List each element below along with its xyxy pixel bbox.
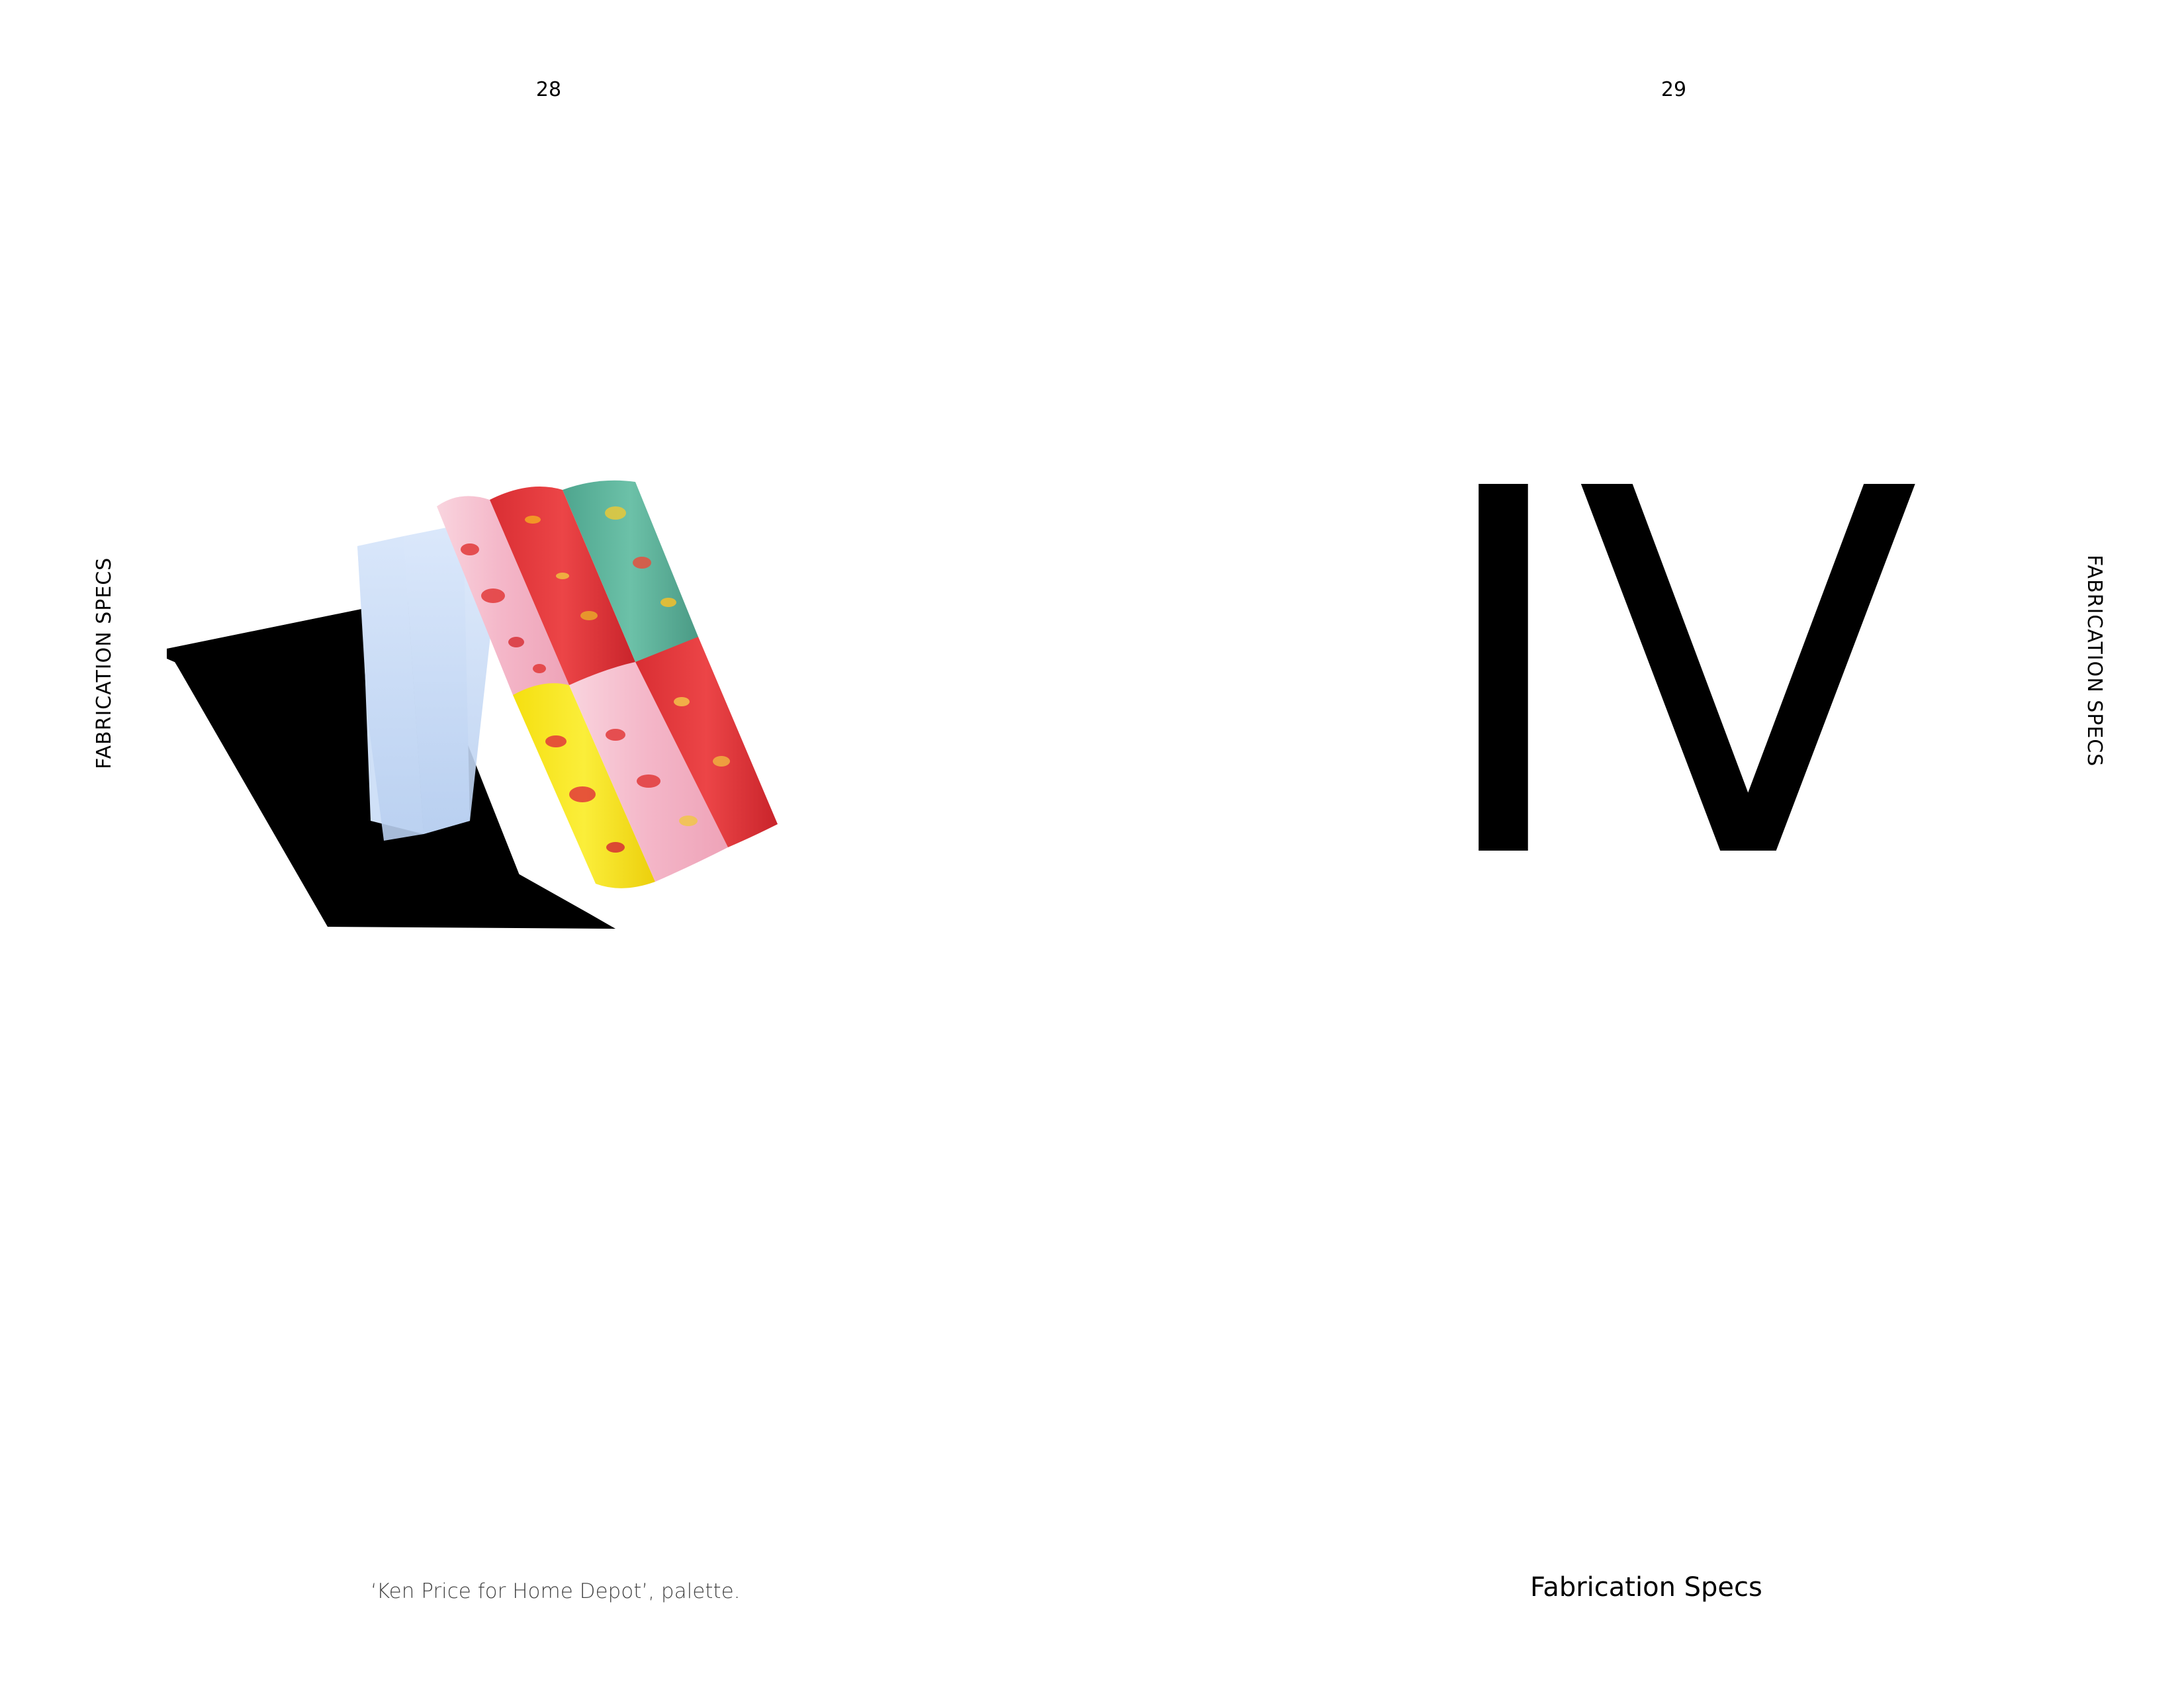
- page-number-right: 29: [1661, 78, 1687, 101]
- running-head-right: FABRICATION SPECS: [2083, 555, 2106, 767]
- section-numeral: IV: [1430, 477, 1921, 861]
- photo-caption: ‘Ken Price for Home Depot’, palette.: [371, 1579, 741, 1603]
- left-page: 28 FABRICATION SPECS ‘Ken Price for Home…: [0, 0, 1092, 1688]
- book-spread: 28 FABRICATION SPECS ‘Ken Price for Home…: [0, 0, 2184, 1688]
- running-head-left: FABRICATION SPECS: [93, 557, 116, 769]
- section-title: Fabrication Specs: [1530, 1572, 1762, 1603]
- right-page: 29 FABRICATION SPECS IV Fabrication Spec…: [1092, 0, 2184, 1688]
- page-number-left: 28: [535, 78, 562, 101]
- section-numeral-text: IV: [1430, 477, 1921, 861]
- tile-sculpture-photo: [167, 480, 778, 929]
